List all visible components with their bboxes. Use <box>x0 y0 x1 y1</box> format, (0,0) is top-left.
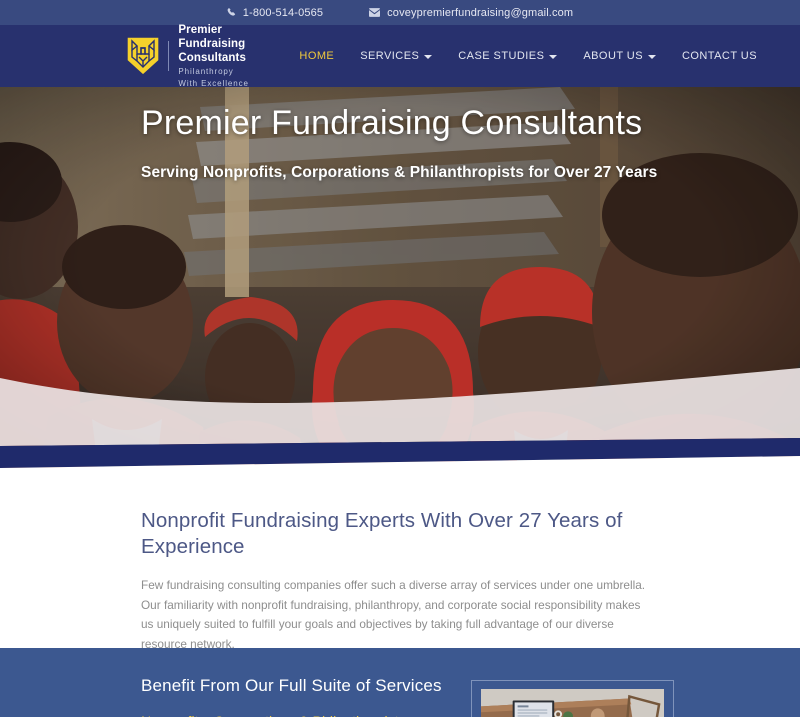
page-title: Nonprofit Fundraising Experts With Over … <box>141 509 623 558</box>
shield-lion-logo-icon <box>126 36 160 76</box>
phone-contact[interactable]: 1-800-514-0565 <box>227 4 323 22</box>
brand-tagline: Philanthropy With Excellence <box>178 66 249 88</box>
email-contact[interactable]: coveypremierfundraising@gmail.com <box>369 4 573 22</box>
nav-item-label: CASE STUDIES <box>458 50 545 62</box>
email-address: coveypremierfundraising@gmail.com <box>387 6 574 19</box>
hero-title: Premier Fundraising Consultants <box>141 104 643 142</box>
nav-item-label: HOME <box>299 50 335 62</box>
chevron-down-icon <box>648 55 656 59</box>
services-subheading: Nonprofits, Corporations & Philanthropis… <box>141 713 447 717</box>
page-root: 1-800-514-0565 coveypremierfundraising@g… <box>0 0 800 717</box>
hero-subtitle: Serving Nonprofits, Corporations & Phila… <box>141 164 658 181</box>
services-heading: Benefit From Our Full Suite of Services <box>141 676 442 695</box>
nav-item-home[interactable]: HOME <box>286 44 347 68</box>
phone-icon <box>227 4 236 22</box>
intro-section: Nonprofit Fundraising Experts With Over … <box>0 470 800 651</box>
hero-wave-divider <box>0 360 800 470</box>
envelope-icon <box>369 4 381 22</box>
nav-item-case-studies[interactable]: CASE STUDIES <box>445 44 570 68</box>
brand-name: Premier Fundraising Consultants <box>178 23 246 64</box>
phone-number: 1-800-514-0565 <box>242 6 324 19</box>
chevron-down-icon <box>549 55 558 59</box>
nav-item-label: ABOUT US <box>583 50 643 62</box>
services-section: Benefit From Our Full Suite of Services … <box>0 648 800 717</box>
services-photo-column <box>471 676 674 717</box>
nav-item-label: SERVICES <box>360 50 420 62</box>
nav-item-label: CONTACT US <box>682 50 757 62</box>
site-header: Premier Fundraising Consultants Philanth… <box>0 23 800 90</box>
photo-frame <box>471 680 674 717</box>
chevron-down-icon <box>424 55 433 59</box>
brand-logo-link[interactable]: Premier Fundraising Consultants Philanth… <box>126 23 254 90</box>
services-copy: Benefit From Our Full Suite of Services … <box>141 676 447 717</box>
nav-item-contact-us[interactable]: CONTACT US <box>669 44 770 68</box>
hero-copy: Premier Fundraising Consultants Serving … <box>141 103 657 182</box>
nav-item-services[interactable]: SERVICES <box>347 44 445 68</box>
top-contact-bar: 1-800-514-0565 coveypremierfundraising@g… <box>0 0 800 25</box>
nav-item-about-us[interactable]: ABOUT US <box>570 44 669 68</box>
intro-paragraph: Few fundraising consulting companies off… <box>141 578 646 651</box>
main-nav: HOME SERVICES CASE STUDIES ABOUT US CONTACT … <box>286 44 770 68</box>
services-photo <box>481 689 664 717</box>
hero-banner: Premier Fundraising Consultants Serving … <box>0 87 800 470</box>
